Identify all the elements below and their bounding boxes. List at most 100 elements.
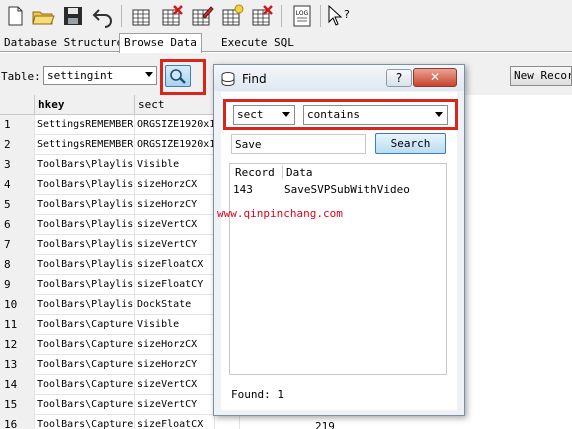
cell-sect[interactable]: sizeVertCX [135, 215, 215, 235]
row-number: 5 [0, 195, 35, 215]
table-row[interactable]: 10 ToolBars\Playlis DockState [0, 295, 240, 315]
table-row[interactable]: 16 ToolBars\Capture sizeFloatCX [0, 415, 240, 429]
column-header-sect[interactable]: sect [135, 95, 215, 115]
row-number: 7 [0, 235, 35, 255]
remove-table-icon[interactable] [250, 4, 274, 28]
cell-sect[interactable]: sizeHorzCX [135, 175, 215, 195]
cell-hkey[interactable]: ToolBars\Playlis [35, 175, 135, 195]
found-count: Found: 1 [231, 388, 284, 401]
data-grid: hkey sect 1 SettingsREMEMBER ORGSIZE1920x1… [0, 95, 240, 429]
cell-sect[interactable]: sizeHorzCX [135, 335, 215, 355]
cell-sect[interactable]: sizeFloatCX [135, 415, 215, 429]
row-number: 12 [0, 335, 35, 355]
tab-browse-data[interactable]: Browse Data [119, 33, 202, 53]
table-row[interactable]: 8 ToolBars\Playlis sizeFloatCX [0, 255, 240, 275]
table-icon[interactable] [130, 4, 154, 28]
cell-sect[interactable]: ORGSIZE1920x1 [135, 115, 215, 135]
result-data[interactable]: SaveSVPSubWithVideo [284, 183, 410, 196]
new-table-icon[interactable] [220, 4, 244, 28]
row-number: 3 [0, 155, 35, 175]
cell-hkey[interactable]: ToolBars\Playlis [35, 295, 135, 315]
result-record[interactable]: 143 [233, 183, 253, 196]
tab-bar: Database Structure Browse Data Execute S… [0, 33, 572, 53]
cell-sect[interactable]: DockState [135, 295, 215, 315]
row-number: 11 [0, 315, 35, 335]
table-row[interactable]: 11 ToolBars\Capture Visible [0, 315, 240, 335]
svg-text:?: ? [344, 8, 350, 21]
search-input[interactable] [231, 134, 366, 154]
table-row[interactable]: 14 ToolBars\Capture sizeVertCX [0, 375, 240, 395]
table-select[interactable]: settingint [43, 66, 157, 85]
edit-table-icon[interactable] [190, 4, 214, 28]
close-button[interactable]: ✕ [413, 68, 457, 87]
cell-hkey[interactable]: ToolBars\Playlis [35, 215, 135, 235]
table-label: Table: [1, 70, 41, 83]
results-list: Record Data 143 SaveSVPSubWithVideo [229, 163, 447, 375]
tab-execute-sql[interactable]: Execute SQL [217, 36, 298, 52]
table-row[interactable]: 3 ToolBars\Playlis Visible [0, 155, 240, 175]
cell-hkey[interactable]: ToolBars\Playlis [35, 155, 135, 175]
table-row[interactable]: 13 ToolBars\Capture sizeHorzCY [0, 355, 240, 375]
cell-sect[interactable]: sizeHorzCY [135, 195, 215, 215]
undo-icon[interactable] [91, 4, 115, 28]
cell-sect[interactable]: Visible [135, 315, 215, 335]
cell-hkey[interactable]: SettingsREMEMBER [35, 115, 135, 135]
highlight-box [160, 59, 206, 95]
table-row[interactable]: 12 ToolBars\Capture sizeHorzCX [0, 335, 240, 355]
cell-hkey[interactable]: SettingsREMEMBER [35, 135, 135, 155]
table-row[interactable]: 9 ToolBars\Playlis sizeFloatCY [0, 275, 240, 295]
value-cell[interactable]: 219 [315, 420, 335, 429]
cell-sect[interactable]: sizeFloatCX [135, 255, 215, 275]
cell-sect[interactable]: sizeHorzCY [135, 355, 215, 375]
results-header-record[interactable]: Record [235, 166, 275, 179]
cell-hkey[interactable]: ToolBars\Capture [35, 375, 135, 395]
table-row[interactable]: 7 ToolBars\Playlis sizeVertCY [0, 235, 240, 255]
cell-sect[interactable]: sizeFloatCY [135, 275, 215, 295]
cell-sect[interactable]: sizeVertCY [135, 395, 215, 415]
toolbar-separator [281, 5, 282, 27]
new-record-button[interactable]: New Record [510, 66, 572, 86]
table-row[interactable]: 5 ToolBars\Playlis sizeHorzCY [0, 195, 240, 215]
cell-hkey[interactable]: ToolBars\Playlis [35, 235, 135, 255]
cell-hkey[interactable]: ToolBars\Capture [35, 315, 135, 335]
toolbar-separator [320, 5, 321, 27]
database-icon [221, 72, 235, 87]
row-number: 16 [0, 415, 35, 429]
cell-hkey[interactable]: ToolBars\Capture [35, 335, 135, 355]
log-icon-label: LOG [296, 10, 309, 17]
cell-hkey[interactable]: ToolBars\Capture [35, 415, 135, 429]
cell-hkey[interactable]: ToolBars\Capture [35, 395, 135, 415]
new-file-icon[interactable] [3, 4, 27, 28]
table-row[interactable]: 15 ToolBars\Capture sizeVertCY [0, 395, 240, 415]
delete-table-icon[interactable] [160, 4, 184, 28]
help-cursor-icon[interactable]: ? [326, 4, 350, 28]
cell-hkey[interactable]: ToolBars\Playlis [35, 275, 135, 295]
open-folder-icon[interactable] [31, 4, 55, 28]
cell-hkey[interactable]: ToolBars\Playlis [35, 195, 135, 215]
table-row[interactable]: 1 SettingsREMEMBER ORGSIZE1920x1 [0, 115, 240, 135]
cell-value[interactable] [215, 415, 240, 429]
table-row[interactable]: 6 ToolBars\Playlis sizeVertCX [0, 215, 240, 235]
save-icon[interactable] [61, 4, 85, 28]
find-dialog-titlebar[interactable]: Find ? ✕ [214, 65, 464, 91]
table-row[interactable]: 4 ToolBars\Playlis sizeHorzCX [0, 175, 240, 195]
cell-sect[interactable]: ORGSIZE1920x1 [135, 135, 215, 155]
table-row[interactable]: 2 SettingsREMEMBER ORGSIZE1920x1 [0, 135, 240, 155]
row-number: 4 [0, 175, 35, 195]
row-number: 14 [0, 375, 35, 395]
tab-database-structure[interactable]: Database Structure [0, 36, 127, 52]
cell-sect[interactable]: Visible [135, 155, 215, 175]
search-button[interactable]: Search [375, 133, 446, 154]
results-header-separator [282, 165, 283, 179]
cell-hkey[interactable]: ToolBars\Capture [35, 355, 135, 375]
column-header-hkey[interactable]: hkey [35, 95, 135, 115]
cell-sect[interactable]: sizeVertCX [135, 375, 215, 395]
cell-sect[interactable]: sizeVertCY [135, 235, 215, 255]
row-number: 10 [0, 295, 35, 315]
log-icon[interactable]: LOG [290, 4, 314, 28]
cell-hkey[interactable]: ToolBars\Playlis [35, 255, 135, 275]
results-header-data[interactable]: Data [286, 166, 313, 179]
help-button[interactable]: ? [386, 69, 412, 87]
table-select-value: settingint [47, 69, 114, 82]
row-number: 8 [0, 255, 35, 275]
